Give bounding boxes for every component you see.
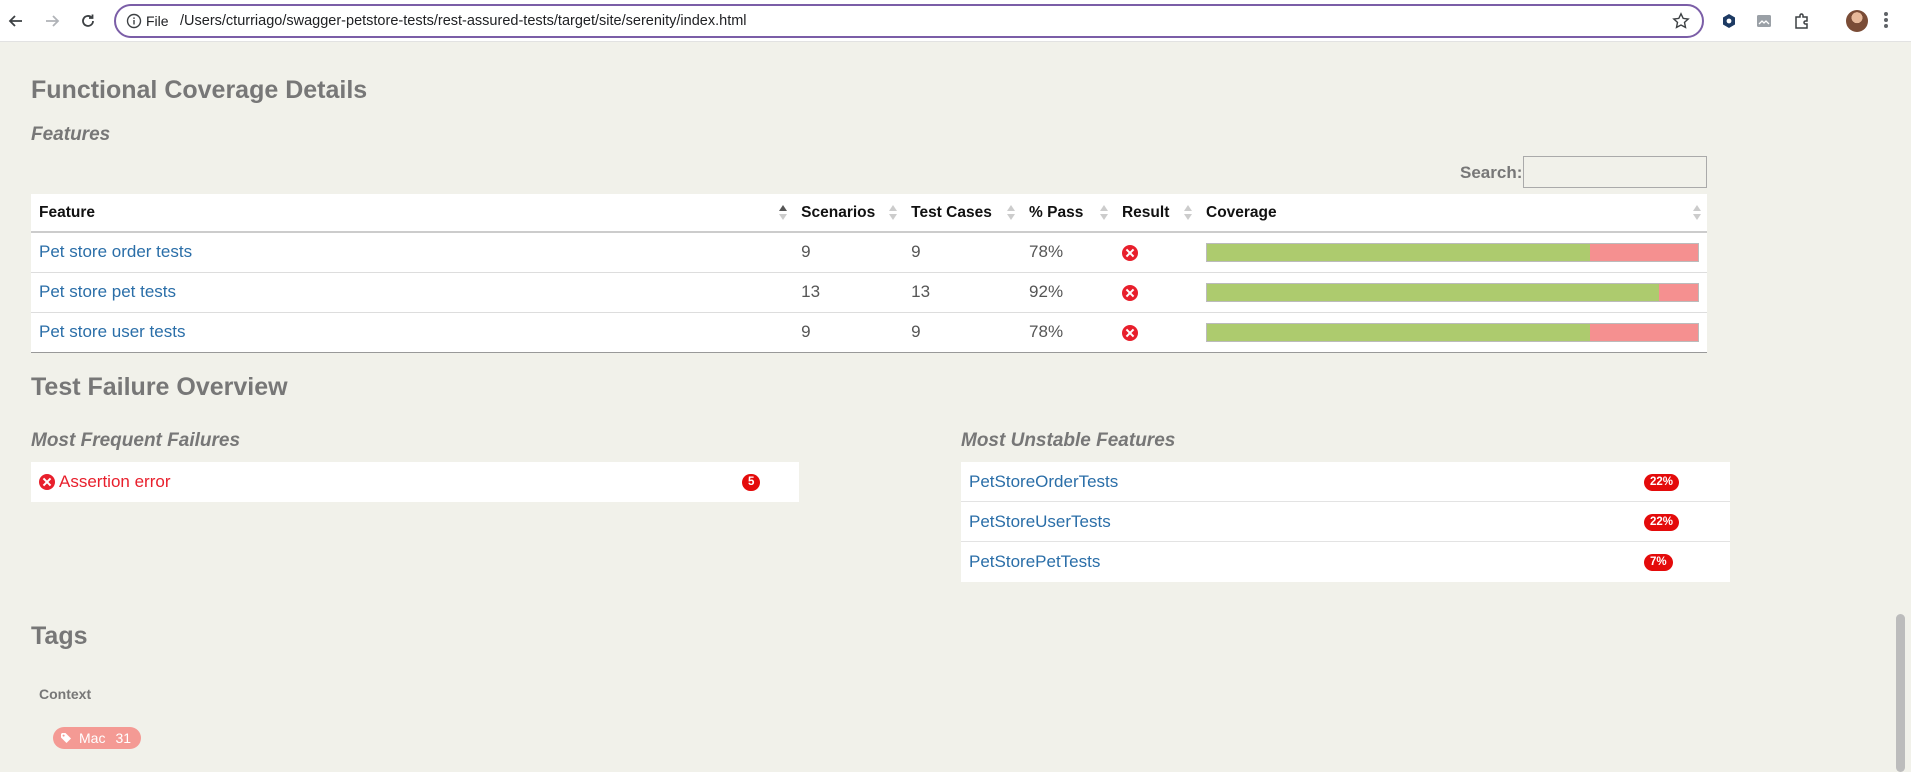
arrow-right-icon [46,15,60,27]
percent-badge: 7% [1644,554,1673,571]
search-input[interactable] [1523,156,1707,188]
browser-toolbar: File /Users/cturriago/swagger-petstore-t… [0,0,1911,42]
file-scheme-label: File [146,13,169,29]
count-badge: 5 [742,474,761,491]
sort-ascending-icon [779,204,788,222]
table-row: Pet store user tests 9 9 78% [31,312,1707,353]
list-item: PetStoreUserTests 22% [961,502,1730,542]
test-cases-cell: 9 [903,312,1022,353]
failure-link[interactable]: Assertion error [59,472,170,492]
coverage-heading: Functional Coverage Details [31,76,368,104]
features-table: Feature Scenarios Test Cases % Pass Resu… [31,194,1707,353]
url-text[interactable]: /Users/cturriago/swagger-petstore-tests/… [180,13,747,29]
sort-icon [1693,204,1701,222]
error-icon [1121,284,1138,301]
tag-pill[interactable]: Mac 31 [53,727,142,749]
coverage-fail-fill [1658,283,1698,301]
sort-icon [1007,204,1016,222]
unstable-features-heading: Most Unstable Features [961,430,1176,451]
coverage-bar [1206,322,1699,342]
test-cases-cell: 13 [903,272,1022,313]
column-header-feature[interactable]: Feature [31,194,794,233]
scenarios-cell: 9 [793,312,904,353]
list-item: PetStorePetTests 7% [961,542,1730,582]
test-cases-cell: 9 [903,232,1022,273]
address-bar[interactable]: File /Users/cturriago/swagger-petstore-t… [114,4,1704,38]
unstable-feature-link[interactable]: PetStorePetTests [969,552,1100,572]
feature-link[interactable]: Pet store order tests [39,242,192,261]
pass-cell: 78% [1021,312,1114,353]
frequent-failures-heading: Most Frequent Failures [31,430,241,451]
search-label: Search: [1460,163,1523,182]
sort-icon [889,204,898,222]
sort-icon [1099,204,1108,222]
table-row: Pet store order tests 9 9 78% [31,232,1707,273]
scenarios-cell: 13 [793,272,904,313]
sort-icon [1184,204,1192,222]
pass-cell: 92% [1021,272,1114,313]
reload-icon [82,14,94,27]
extensions-puzzle-icon[interactable] [1792,11,1812,31]
column-header-test-cases[interactable]: Test Cases [903,194,1022,233]
tag-label: Mac [79,730,106,746]
list-item: Assertion error 5 [31,462,799,502]
column-header-scenarios[interactable]: Scenarios [793,194,904,233]
coverage-pass-fill [1207,323,1590,341]
feature-link[interactable]: Pet store pet tests [39,282,176,301]
coverage-pass-fill [1207,283,1659,301]
error-icon [1121,244,1138,261]
arrow-left-icon [8,15,22,27]
table-header-row: Feature Scenarios Test Cases % Pass Resu… [31,194,1707,233]
scenarios-cell: 9 [793,232,904,273]
column-header-result[interactable]: Result [1113,194,1198,233]
profile-avatar[interactable] [1846,10,1868,32]
unstable-feature-link[interactable]: PetStoreOrderTests [969,472,1118,492]
unstable-feature-link[interactable]: PetStoreUserTests [969,512,1111,532]
table-row: Pet store pet tests 13 13 92% [31,272,1707,313]
tag-group-label: Context [39,686,92,702]
feature-link[interactable]: Pet store user tests [39,322,185,341]
features-subheading: Features [31,124,111,145]
column-header-pass[interactable]: % Pass [1021,194,1114,233]
browser-menu-icon[interactable] [1883,11,1889,31]
coverage-bar [1206,282,1699,302]
tags-heading: Tags [31,622,88,650]
coverage-pass-fill [1207,243,1590,261]
forward-button[interactable] [40,9,64,33]
percent-badge: 22% [1644,474,1680,491]
extension-image-icon[interactable] [1754,11,1774,31]
error-icon [1121,324,1138,341]
bookmark-star-icon[interactable] [1672,12,1690,30]
coverage-fail-fill [1589,243,1698,261]
failure-overview-heading: Test Failure Overview [31,373,288,401]
list-item: PetStoreOrderTests 22% [961,462,1730,502]
unstable-features-list: PetStoreOrderTests 22% PetStoreUserTests… [961,462,1730,582]
extension-hexagon-icon[interactable] [1719,11,1739,31]
tag-count: 31 [115,730,132,746]
pass-cell: 78% [1021,232,1114,273]
info-icon[interactable] [126,13,142,29]
page-scrollbar[interactable] [1896,614,1905,772]
coverage-fail-fill [1589,323,1698,341]
column-header-coverage[interactable]: Coverage [1198,194,1707,233]
coverage-bar [1206,242,1699,262]
error-icon [39,474,55,490]
tag-icon [61,733,71,743]
back-button[interactable] [4,9,28,33]
frequent-failures-list: Assertion error 5 [31,462,799,502]
percent-badge: 22% [1644,514,1680,531]
reload-button[interactable] [76,9,100,33]
